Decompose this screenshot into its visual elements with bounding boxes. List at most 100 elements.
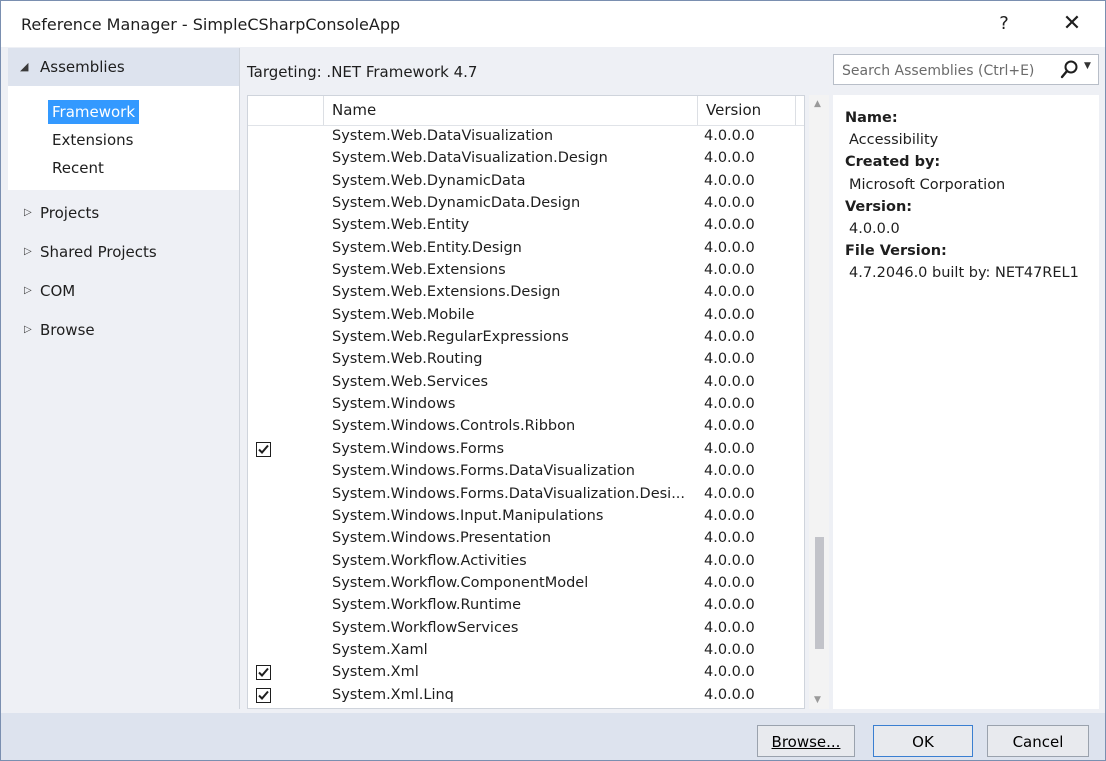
list-scrollbar[interactable]: ▲ ▼ — [809, 95, 829, 709]
list-row[interactable]: System.Windows 4.0.0.0 — [248, 394, 804, 416]
list-row[interactable]: System.Web.DynamicData 4.0.0.0 — [248, 171, 804, 193]
scrollbar-thumb[interactable] — [815, 537, 824, 649]
row-name: System.Web.DataVisualization — [332, 128, 554, 144]
row-name: System.Windows.Forms.DataVisualization.D… — [332, 485, 686, 502]
collapsed-triangle-icon: ▷ — [24, 285, 32, 296]
list-row[interactable]: System.Windows.Forms.DataVisualization.D… — [248, 484, 804, 506]
list-row[interactable]: System.Web.Extensions.Design 4.0.0.0 — [248, 282, 804, 304]
row-version: 4.0.0.0 — [704, 463, 755, 480]
list-row[interactable]: System.Workflow.Activities 4.0.0.0 — [248, 551, 804, 573]
list-row[interactable]: System.Web.Extensions 4.0.0.0 — [248, 260, 804, 282]
list-row[interactable]: System.Xaml 4.0.0.0 — [248, 640, 804, 662]
nav-subitem-framework[interactable]: Framework — [48, 100, 140, 124]
nav-assemblies[interactable]: ◢ Assemblies — [8, 48, 239, 86]
list-row[interactable]: System.Workflow.Runtime 4.0.0.0 — [248, 595, 804, 617]
row-name: System.Workflow.ComponentModel — [332, 574, 589, 591]
list-row[interactable]: System.Web.Entity 4.0.0.0 — [248, 215, 804, 237]
search-input[interactable] — [840, 60, 1049, 82]
row-name: System.Web.DynamicData.Design — [332, 195, 581, 212]
list-row[interactable]: System.WorkflowServices 4.0.0.0 — [248, 618, 804, 640]
dialog-footer: Browse... OK Cancel — [1, 713, 1105, 760]
row-version: 4.0.0.0 — [704, 284, 755, 301]
detail-version-label: Version: — [845, 199, 913, 215]
row-name: System.Workflow.Runtime — [332, 597, 522, 614]
row-name: System.Xml.Linq — [332, 686, 454, 703]
list-rows: System.Web.DataVisualization 4.0.0.0 Syste… — [248, 126, 804, 707]
column-header-check[interactable] — [248, 96, 324, 125]
list-row[interactable]: System.Windows.Forms 4.0.0.0 — [248, 439, 804, 461]
detail-created-label: Created by: — [845, 154, 941, 170]
search-icon[interactable] — [1060, 59, 1080, 81]
column-header-version[interactable]: Version — [698, 96, 796, 125]
ok-button[interactable]: OK — [873, 725, 973, 757]
nav-projects-label: Projects — [40, 204, 100, 222]
close-button[interactable]: ✕ — [1049, 7, 1095, 41]
nav-shared-projects[interactable]: ▷ Shared Projects — [8, 239, 239, 269]
row-name: System.Web.Mobile — [332, 306, 475, 323]
nav-shared-projects-label: Shared Projects — [40, 243, 157, 261]
row-version: 4.0.0.0 — [704, 507, 755, 524]
left-navigation: ◢ Assemblies Framework Extensions Recent… — [8, 48, 240, 709]
row-version: 4.0.0.0 — [704, 329, 755, 346]
row-name: System.Windows.Controls.Ribbon — [332, 418, 576, 435]
row-version: 4.0.0.0 — [704, 574, 755, 591]
list-row[interactable]: System.Workflow.ComponentModel 4.0.0.0 — [248, 573, 804, 595]
list-row[interactable]: System.Windows.Forms.DataVisualization 4.… — [248, 461, 804, 483]
row-version: 4.0.0.0 — [704, 195, 755, 212]
row-version: 4.0.0.0 — [704, 396, 755, 413]
list-row[interactable]: System.Xml.Linq 4.0.0.0 — [248, 685, 804, 707]
row-name: System.Web.Extensions — [332, 262, 506, 279]
row-version: 4.0.0.0 — [704, 172, 755, 189]
list-row[interactable]: System.Web.Services 4.0.0.0 — [248, 372, 804, 394]
row-version: 4.0.0.0 — [704, 485, 755, 502]
list-row[interactable]: System.Xml 4.0.0.0 — [248, 662, 804, 684]
row-name: System.WorkflowServices — [332, 619, 519, 636]
row-version: 4.0.0.0 — [704, 262, 755, 279]
nav-browse[interactable]: ▷ Browse — [8, 317, 239, 347]
row-name: System.Windows — [332, 396, 456, 413]
row-checkbox-checked[interactable] — [256, 665, 271, 681]
row-checkbox-checked[interactable] — [256, 441, 271, 457]
checkmark-icon — [258, 668, 269, 678]
reference-manager-dialog: Reference Manager - SimpleCSharpConsoleA… — [0, 0, 1106, 761]
list-row[interactable]: System.Web.DataVisualization.Design 4.0.0… — [248, 148, 804, 170]
row-name: System.Workflow.Activities — [332, 552, 527, 569]
row-version: 4.0.0.0 — [704, 306, 755, 323]
collapsed-triangle-icon: ▷ — [24, 207, 32, 218]
list-row[interactable]: System.Web.DataVisualization 4.0.0.0 — [248, 126, 804, 148]
nav-subitem-recent[interactable]: Recent — [48, 156, 108, 180]
row-checkbox-checked[interactable] — [256, 687, 271, 703]
collapsed-triangle-icon: ▷ — [24, 246, 32, 257]
row-version: 4.0.0.0 — [704, 128, 755, 144]
scroll-up-arrow-icon[interactable]: ▲ — [814, 99, 821, 109]
list-row[interactable]: System.Web.Routing 4.0.0.0 — [248, 349, 804, 371]
nav-subitem-extensions[interactable]: Extensions — [48, 128, 137, 152]
row-version: 4.0.0.0 — [704, 619, 755, 636]
nav-browse-label: Browse — [40, 321, 95, 339]
list-row[interactable]: System.Web.Entity.Design 4.0.0.0 — [248, 238, 804, 260]
row-name: System.Web.Routing — [332, 351, 483, 368]
browse-button[interactable]: Browse... — [757, 725, 855, 757]
cancel-button[interactable]: Cancel — [987, 725, 1089, 757]
detail-version-value: 4.0.0.0 — [849, 221, 900, 237]
detail-file-version-label: File Version: — [845, 243, 947, 259]
nav-projects[interactable]: ▷ Projects — [8, 200, 239, 230]
list-row[interactable]: System.Web.DynamicData.Design 4.0.0.0 — [248, 193, 804, 215]
scroll-down-arrow-icon[interactable]: ▼ — [814, 695, 821, 705]
list-row[interactable]: System.Windows.Input.Manipulations 4.0.0.… — [248, 506, 804, 528]
list-row[interactable]: System.Web.RegularExpressions 4.0.0.0 — [248, 327, 804, 349]
nav-com[interactable]: ▷ COM — [8, 278, 239, 308]
row-version: 4.0.0.0 — [704, 440, 755, 457]
detail-created-value: Microsoft Corporation — [849, 177, 1006, 193]
help-button[interactable]: ? — [981, 7, 1027, 41]
row-version: 4.0.0.0 — [704, 530, 755, 547]
row-name: System.Xaml — [332, 641, 428, 658]
list-row[interactable]: System.Web.Mobile 4.0.0.0 — [248, 305, 804, 327]
search-options-dropdown-icon[interactable]: ▼ — [1084, 61, 1091, 71]
list-row[interactable]: System.Windows.Presentation 4.0.0.0 — [248, 528, 804, 550]
title-bar: Reference Manager - SimpleCSharpConsoleA… — [1, 1, 1105, 47]
column-header-name[interactable]: Name — [324, 96, 698, 125]
list-row[interactable]: System.Windows.Controls.Ribbon 4.0.0.0 — [248, 416, 804, 438]
row-name: System.Web.Entity.Design — [332, 239, 522, 256]
window-title: Reference Manager - SimpleCSharpConsoleA… — [21, 15, 401, 34]
